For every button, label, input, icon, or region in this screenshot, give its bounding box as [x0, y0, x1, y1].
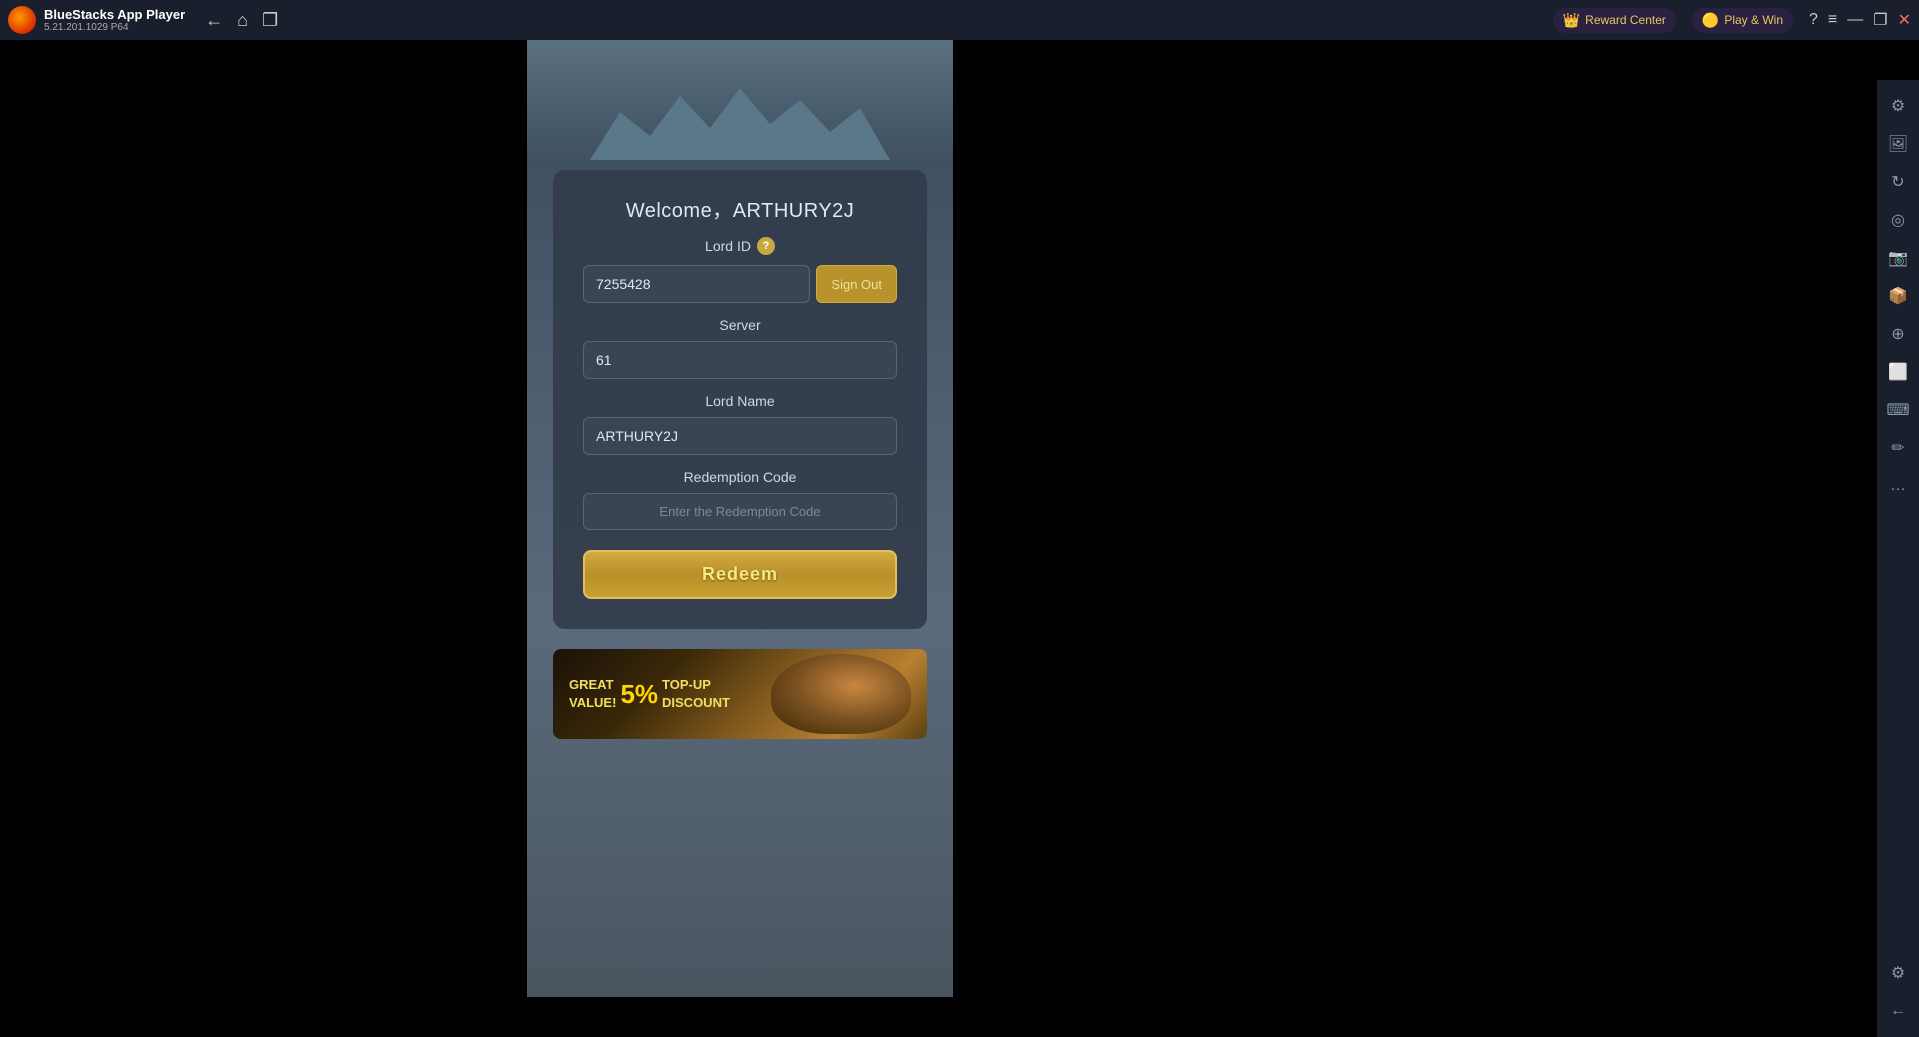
reward-center-label: Reward Center — [1585, 13, 1666, 27]
form-container: Welcome，ARTHURY2J Lord ID ? Sign Out Ser… — [553, 170, 927, 629]
right-sidebar: ⚙ 🖼 ↻ ◎ 📷 📦 ⊕ ⬜ ⌨ ✏ … ⚙ ← — [1877, 80, 1919, 1037]
sidebar-more-icon[interactable]: … — [1882, 470, 1914, 502]
left-panel — [0, 40, 527, 997]
discount-percent: 5% — [620, 679, 658, 710]
redemption-code-label: Redemption Code — [583, 469, 897, 485]
titlebar: BlueStacks App Player 5.21.201.1029 P64 … — [0, 0, 1919, 40]
server-input — [583, 341, 897, 379]
redeem-button[interactable]: Redeem — [583, 550, 897, 599]
bluestacks-logo — [8, 6, 36, 34]
lord-id-input — [583, 265, 810, 303]
app-version: 5.21.201.1029 P64 — [44, 22, 185, 33]
sidebar-config-icon[interactable]: ⚙ — [1882, 957, 1914, 989]
silhouette-bg — [527, 40, 953, 160]
sign-out-button[interactable]: Sign Out — [816, 265, 897, 303]
sidebar-screenshot-icon[interactable]: ⬜ — [1882, 356, 1914, 388]
game-panel: Welcome，ARTHURY2J Lord ID ? Sign Out Ser… — [527, 40, 953, 997]
home-nav-button[interactable]: ⌂ — [237, 11, 248, 29]
server-label: Server — [583, 317, 897, 333]
right-panel — [953, 40, 1919, 997]
lord-id-label: Lord ID ? — [583, 237, 897, 255]
multi-nav-button[interactable]: ❐ — [262, 11, 278, 29]
lord-name-label: Lord Name — [583, 393, 897, 409]
lord-id-text: Lord ID — [705, 238, 751, 254]
lord-name-input — [583, 417, 897, 455]
play-win-button[interactable]: 🟡 Play & Win — [1692, 8, 1793, 33]
close-button[interactable]: ✕ — [1898, 10, 1911, 30]
back-nav-button[interactable]: ← — [205, 11, 223, 29]
redemption-code-input[interactable] — [583, 493, 897, 530]
sidebar-script-icon[interactable]: ✏ — [1882, 432, 1914, 464]
app-name: BlueStacks App Player — [44, 7, 185, 23]
main-area: Welcome，ARTHURY2J Lord ID ? Sign Out Ser… — [0, 40, 1919, 997]
sidebar-photo-icon[interactable]: 🖼 — [1882, 128, 1914, 160]
discount-banner[interactable]: GREATVALUE! 5% TOP-UPDISCOUNT — [553, 649, 927, 739]
minimize-button[interactable]: — — [1847, 11, 1863, 29]
sidebar-back-icon[interactable]: ← — [1882, 995, 1914, 1027]
help-button[interactable]: ? — [1809, 11, 1818, 29]
coin-icon: 🟡 — [1702, 12, 1719, 29]
great-value-text: GREATVALUE! — [569, 677, 616, 710]
sidebar-zoom-icon[interactable]: ⊕ — [1882, 318, 1914, 350]
welcome-text: Welcome，ARTHURY2J — [583, 194, 897, 223]
top-decoration — [527, 40, 953, 160]
sidebar-keyboard-icon[interactable]: ⌨ — [1882, 394, 1914, 426]
sidebar-rotate-icon[interactable]: ↻ — [1882, 166, 1914, 198]
top-up-text: TOP-UPDISCOUNT — [662, 676, 730, 712]
maximize-button[interactable]: ❐ — [1873, 10, 1887, 30]
reward-center-button[interactable]: 👑 Reward Center — [1553, 8, 1676, 33]
window-controls: ? ≡ — ❐ ✕ — [1809, 10, 1911, 30]
sidebar-location-icon[interactable]: ◎ — [1882, 204, 1914, 236]
banner-text: GREATVALUE! — [569, 676, 616, 712]
nav-buttons: ← ⌂ ❐ — [205, 11, 278, 29]
lion-image — [771, 654, 911, 734]
sidebar-camera-icon[interactable]: 📷 — [1882, 242, 1914, 274]
menu-button[interactable]: ≡ — [1828, 11, 1837, 29]
play-win-label: Play & Win — [1724, 13, 1783, 27]
sidebar-apk-icon[interactable]: 📦 — [1882, 280, 1914, 312]
lord-id-help-icon[interactable]: ? — [757, 237, 775, 255]
titlebar-right: 👑 Reward Center 🟡 Play & Win ? ≡ — ❐ ✕ — [1553, 8, 1911, 33]
sidebar-settings-icon[interactable]: ⚙ — [1882, 90, 1914, 122]
crown-icon: 👑 — [1563, 12, 1580, 29]
lord-id-row: Sign Out — [583, 265, 897, 303]
